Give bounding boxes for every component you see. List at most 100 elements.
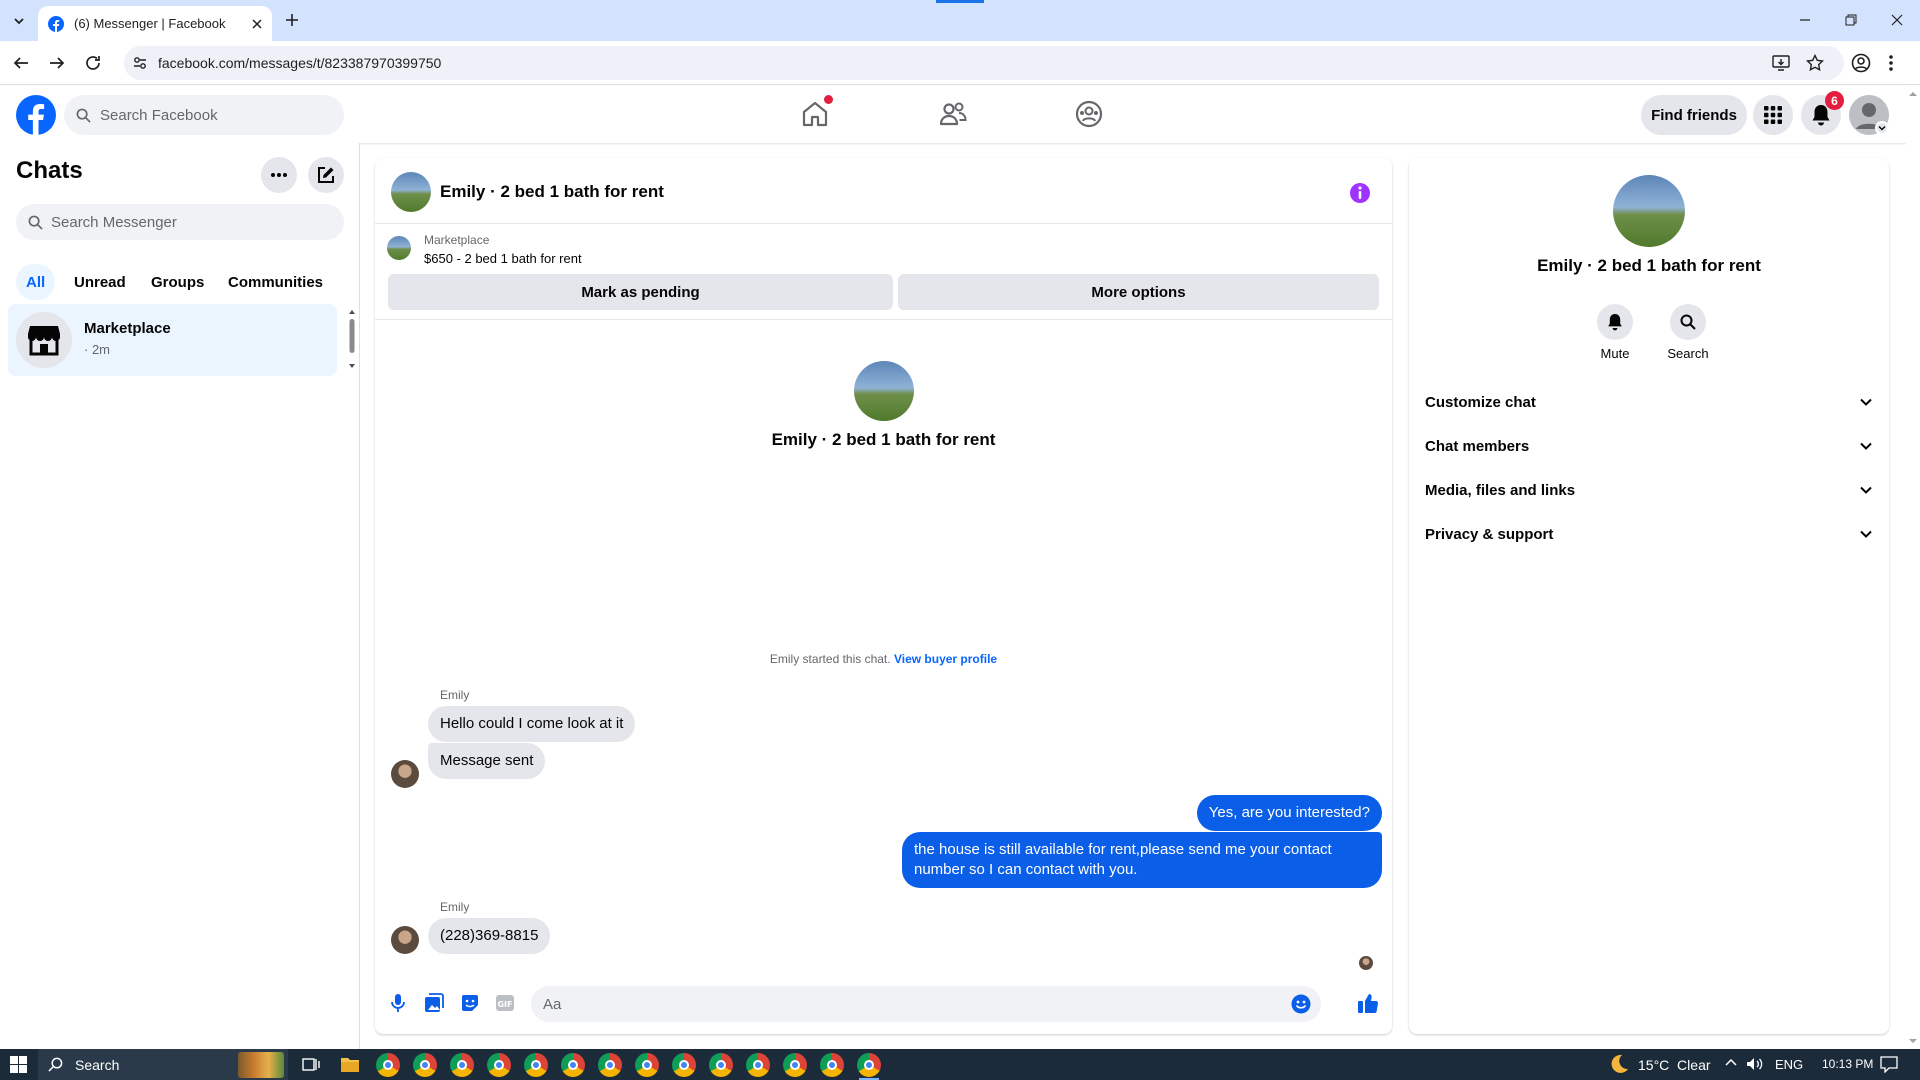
taskbar-app-icon[interactable]: [376, 1053, 400, 1077]
task-view-icon: [302, 1058, 320, 1071]
page-scrollbar[interactable]: [1906, 86, 1920, 1049]
find-friends-button[interactable]: Find friends: [1641, 95, 1747, 135]
listing-thumbnail[interactable]: [387, 236, 411, 260]
chat-list-item-marketplace[interactable]: Marketplace · 2m: [8, 304, 337, 376]
search-in-conversation-button[interactable]: Search: [1661, 304, 1715, 361]
new-tab-button[interactable]: [282, 10, 302, 30]
search-icon: [1680, 314, 1696, 330]
mark-as-pending-button[interactable]: Mark as pending: [388, 274, 893, 310]
back-button[interactable]: [12, 54, 30, 72]
message-input[interactable]: Aa: [531, 986, 1321, 1022]
restore-button[interactable]: [1828, 0, 1874, 40]
weather-text[interactable]: 15°C Clear: [1638, 1057, 1711, 1073]
account-avatar-button[interactable]: [1849, 95, 1889, 135]
conversation-info-button[interactable]: [1349, 182, 1371, 204]
browser-menu-button[interactable]: [1888, 53, 1894, 73]
voice-clip-button[interactable]: [389, 993, 407, 1013]
chat-options-button[interactable]: [261, 157, 297, 193]
facebook-top-bar: Search Facebook Find friends 6: [0, 86, 1906, 143]
taskbar-app-icon[interactable]: [672, 1053, 696, 1077]
emily-avatar[interactable]: [391, 760, 419, 788]
nav-groups[interactable]: [1074, 100, 1104, 128]
taskbar-app-icon[interactable]: [413, 1053, 437, 1077]
section-media-files-links[interactable]: Media, files and links: [1425, 468, 1873, 512]
message-bubble-incoming[interactable]: Message sent: [428, 743, 546, 779]
message-bubble-incoming[interactable]: Hello could I come look at it: [428, 706, 636, 742]
facebook-search-placeholder: Search Facebook: [100, 106, 218, 124]
notifications-button[interactable]: 6: [1801, 91, 1844, 135]
messenger-search-input[interactable]: Search Messenger: [16, 204, 344, 240]
listing-title[interactable]: $650 - 2 bed 1 bath for rent: [424, 251, 582, 266]
weather-widget[interactable]: [1608, 1053, 1630, 1075]
facebook-search-input[interactable]: Search Facebook: [64, 95, 344, 135]
show-hidden-icons-button[interactable]: [1725, 1057, 1737, 1069]
message-bubble-incoming[interactable]: (228)369-8815: [428, 918, 551, 954]
notification-center-button[interactable]: [1880, 1056, 1898, 1073]
taskbar-app-icon[interactable]: [709, 1053, 733, 1077]
start-button[interactable]: [10, 1056, 27, 1073]
filter-groups[interactable]: Groups: [141, 264, 214, 300]
site-info-icon[interactable]: [132, 55, 148, 71]
conversation-avatar[interactable]: [391, 172, 431, 212]
message-bubble-outgoing[interactable]: the house is still available for rent,pl…: [902, 832, 1382, 888]
filter-communities[interactable]: Communities: [218, 264, 333, 300]
taskbar-app-icon[interactable]: [635, 1053, 659, 1077]
forward-button[interactable]: [48, 54, 66, 72]
section-chat-members[interactable]: Chat members: [1425, 424, 1873, 468]
task-view-button[interactable]: [302, 1056, 320, 1073]
file-explorer-button[interactable]: [340, 1056, 360, 1073]
chevron-down-icon: [1860, 530, 1872, 538]
svg-text:GIF: GIF: [497, 1000, 512, 1009]
section-customize-chat[interactable]: Customize chat: [1425, 380, 1873, 424]
taskbar-app-icon[interactable]: [746, 1053, 770, 1077]
close-window-button[interactable]: [1874, 0, 1920, 40]
taskbar-app-icon[interactable]: [487, 1053, 511, 1077]
taskbar-app-icon[interactable]: [561, 1053, 585, 1077]
mute-button[interactable]: Mute: [1593, 304, 1637, 361]
search-icon: [28, 215, 43, 230]
gif-button[interactable]: GIF: [495, 994, 515, 1012]
bell-icon: [1608, 314, 1622, 331]
filter-all[interactable]: All: [16, 264, 56, 300]
view-buyer-profile-link[interactable]: View buyer profile: [894, 652, 997, 666]
more-options-button[interactable]: More options: [898, 274, 1379, 310]
filter-unread[interactable]: Unread: [64, 264, 136, 300]
close-icon[interactable]: [252, 18, 262, 29]
emily-avatar[interactable]: [391, 926, 419, 954]
url-field[interactable]: facebook.com/messages/t/823387970399750: [124, 46, 1844, 80]
clock[interactable]: 10:13 PM: [1822, 1057, 1873, 1071]
sticker-button[interactable]: [460, 993, 480, 1013]
marketplace-avatar: [16, 312, 72, 368]
browser-app-icon: [383, 1060, 393, 1070]
menu-button[interactable]: [1753, 95, 1793, 135]
search-highlight-image: [238, 1052, 284, 1078]
chat-list-scrollbar[interactable]: [348, 307, 356, 371]
language-indicator[interactable]: ENG: [1775, 1057, 1803, 1072]
bookmark-star-icon[interactable]: [1806, 54, 1824, 72]
emoji-icon[interactable]: [1291, 994, 1311, 1014]
taskbar-app-icon[interactable]: [820, 1053, 844, 1077]
nav-friends[interactable]: [938, 100, 968, 128]
profile-button[interactable]: [1851, 53, 1871, 73]
volume-button[interactable]: [1746, 1057, 1764, 1071]
new-message-button[interactable]: [308, 157, 344, 193]
section-privacy-support[interactable]: Privacy & support: [1425, 512, 1873, 556]
facebook-logo[interactable]: [16, 95, 56, 135]
message-bubble-outgoing[interactable]: Yes, are you interested?: [1196, 795, 1382, 831]
taskbar-app-icon[interactable]: [783, 1053, 807, 1077]
taskbar-app-icon[interactable]: [524, 1053, 548, 1077]
reload-button[interactable]: [84, 54, 102, 72]
send-like-button[interactable]: [1357, 992, 1379, 1014]
nav-home[interactable]: [800, 95, 833, 128]
minimize-button[interactable]: [1782, 0, 1828, 40]
attach-media-button[interactable]: [424, 993, 444, 1013]
info-avatar[interactable]: [1613, 175, 1685, 247]
taskbar-app-icon[interactable]: [857, 1053, 881, 1080]
tab-search-button[interactable]: [6, 8, 32, 34]
install-app-icon[interactable]: [1772, 54, 1790, 72]
taskbar-search[interactable]: Search: [38, 1049, 288, 1080]
browser-tab[interactable]: (6) Messenger | Facebook: [38, 6, 272, 41]
taskbar-app-icon[interactable]: [598, 1053, 622, 1077]
taskbar-app-icon[interactable]: [450, 1053, 474, 1077]
conversation-title[interactable]: Emily · 2 bed 1 bath for rent: [440, 182, 664, 202]
